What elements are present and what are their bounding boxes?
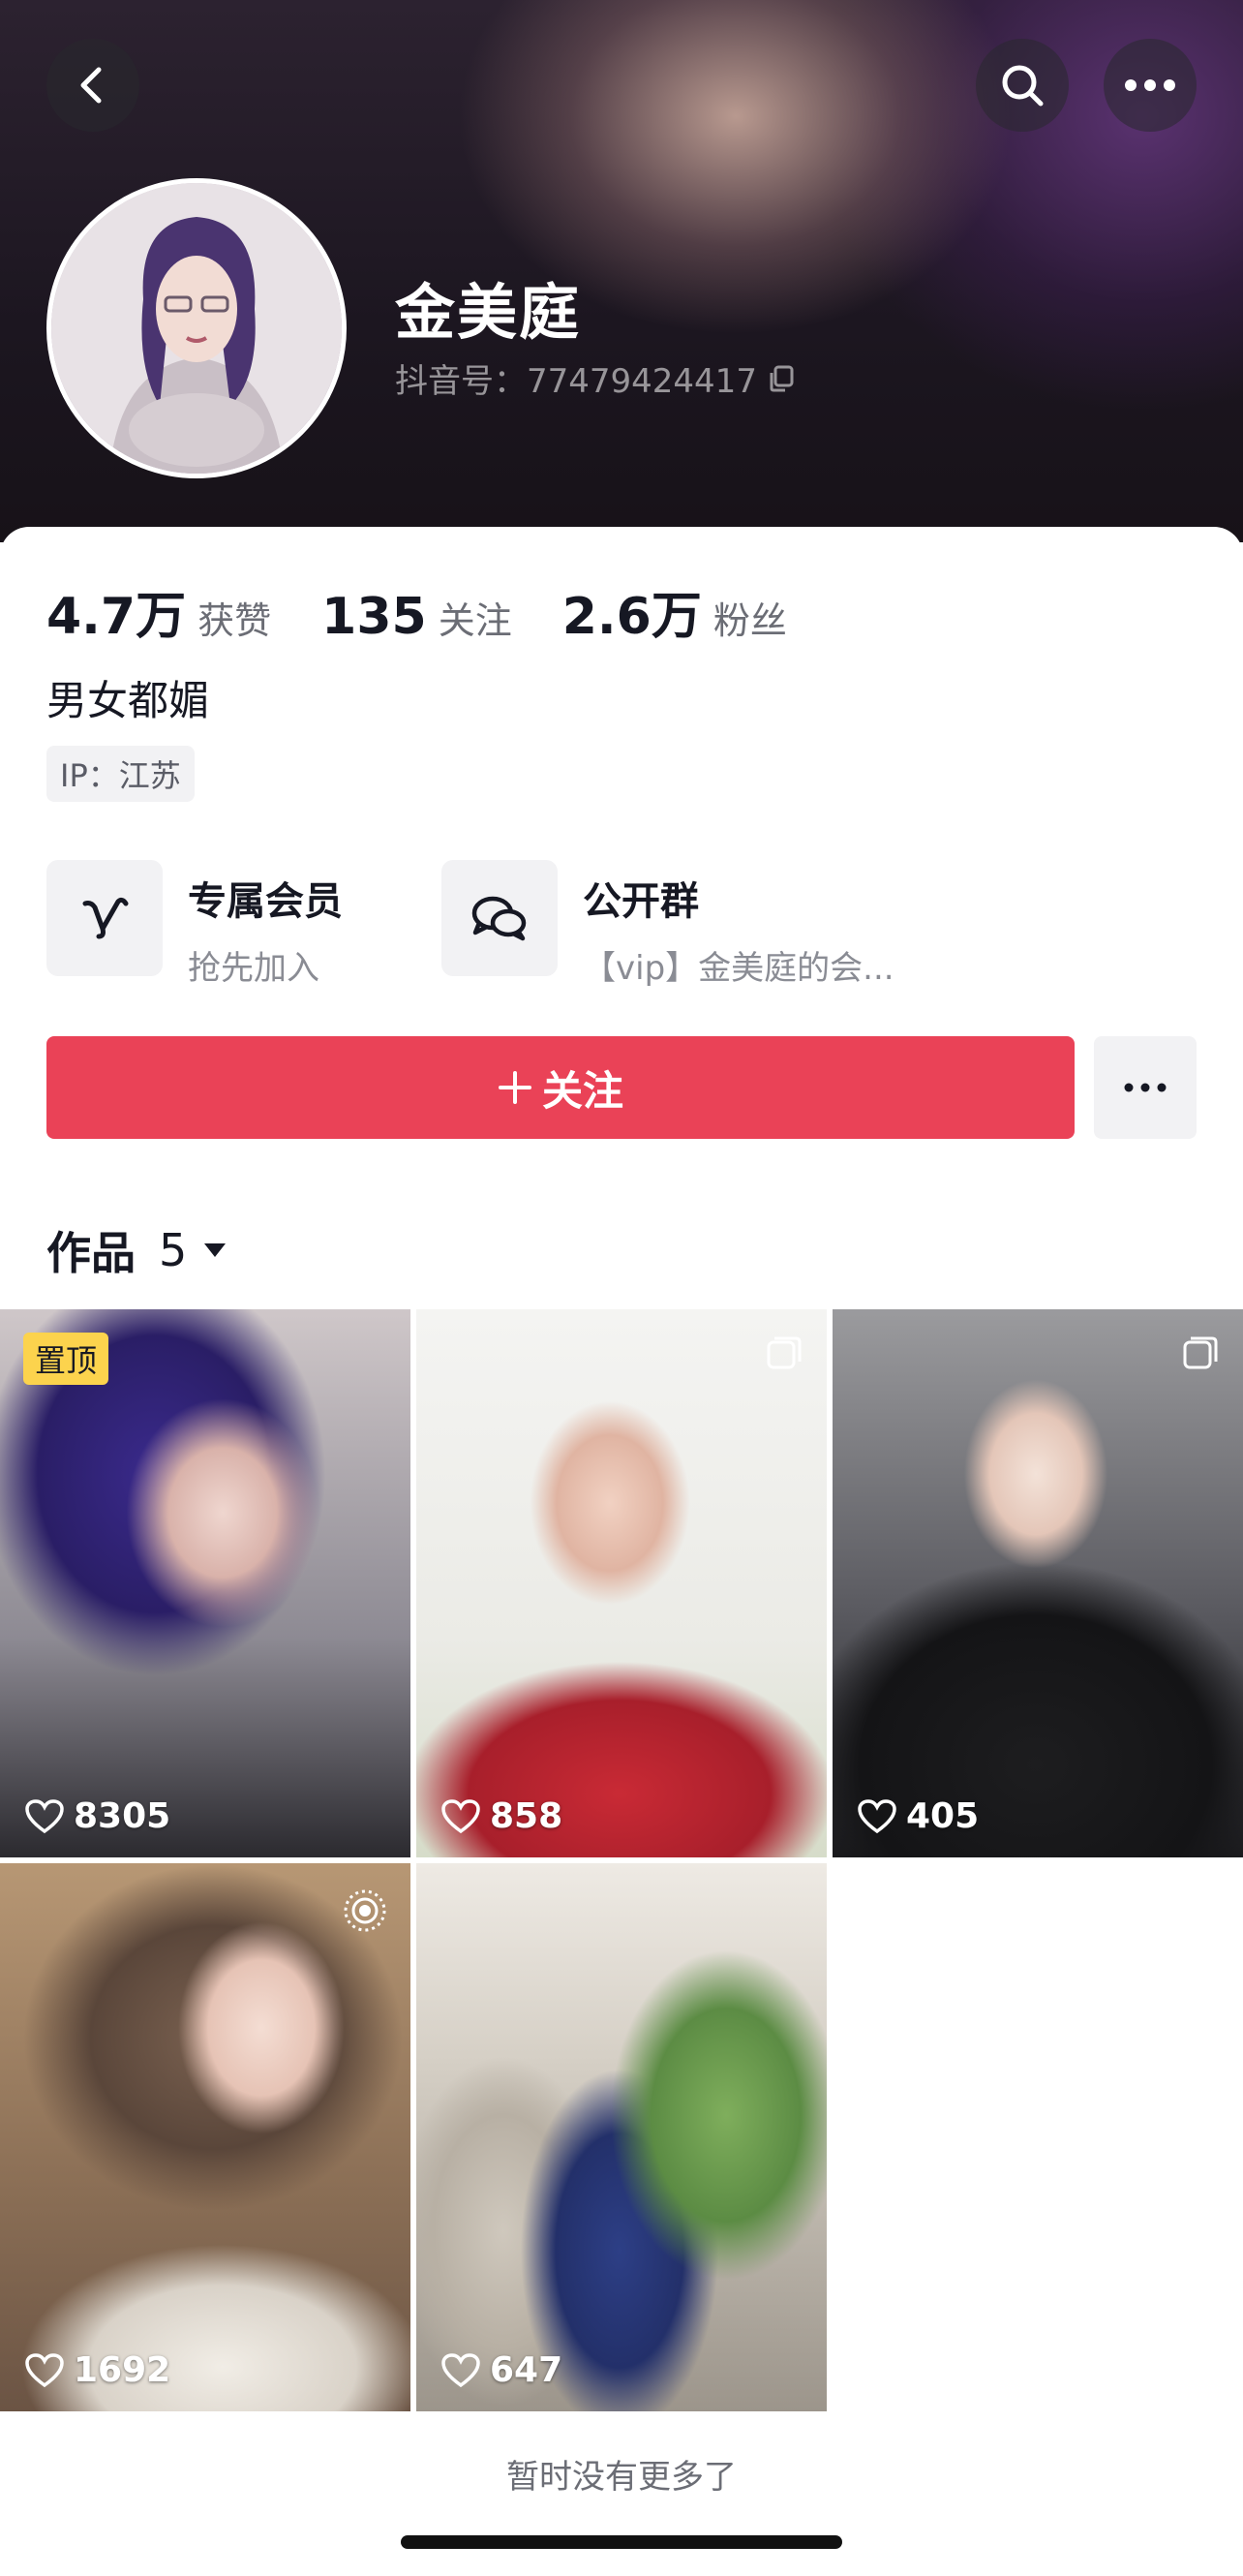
header-more-button[interactable] xyxy=(1104,39,1197,132)
video-thumbnail[interactable]: 647 xyxy=(416,1863,827,2411)
search-icon xyxy=(1002,65,1044,107)
video-thumbnail[interactable]: 858 xyxy=(416,1309,827,1857)
like-count-value: 858 xyxy=(490,1796,563,1836)
multi-image-icon xyxy=(1183,1336,1218,1369)
following-count[interactable]: 135 xyxy=(321,588,427,646)
no-more-content-text: 暂时没有更多了 xyxy=(506,2458,737,2497)
like-count-value: 1692 xyxy=(74,2350,171,2390)
vip-v-icon xyxy=(46,860,163,976)
followers-count[interactable]: 2.6万 xyxy=(562,575,702,648)
video-thumbnail[interactable]: 405 xyxy=(833,1309,1243,1857)
multi-image-icon xyxy=(767,1336,802,1369)
copy-icon[interactable] xyxy=(767,364,796,393)
more-options-button[interactable] xyxy=(1094,1036,1197,1139)
ip-location-tag: IP：江苏 xyxy=(46,746,195,802)
heart-icon xyxy=(25,2352,64,2387)
video-thumbnail[interactable]: 置顶 8305 xyxy=(0,1309,410,1857)
works-tab[interactable]: 作品 5 xyxy=(46,1218,227,1282)
back-button[interactable] xyxy=(46,39,139,132)
heart-icon xyxy=(441,2352,480,2387)
like-count: 405 xyxy=(858,1796,979,1836)
live-photo-icon xyxy=(344,1889,386,1932)
like-count: 8305 xyxy=(25,1796,170,1836)
avatar-illustration xyxy=(51,183,342,474)
heart-icon xyxy=(25,1798,64,1833)
works-label: 作品 xyxy=(46,1227,136,1279)
like-count-value: 405 xyxy=(906,1796,980,1836)
follow-label: 关注 xyxy=(541,1066,623,1115)
group-title: 公开群 xyxy=(583,879,699,924)
stats-row: 4.7万 获赞 135 关注 2.6万 粉丝 xyxy=(46,575,837,648)
vip-membership-entry[interactable]: 专属会员 抢先加入 xyxy=(46,860,343,989)
like-count: 1692 xyxy=(25,2350,170,2390)
likes-label: 获赞 xyxy=(197,599,272,642)
douyin-id-text: 抖音号：77479424417 xyxy=(395,362,757,401)
vip-title: 专属会员 xyxy=(188,879,343,924)
caret-down-icon xyxy=(204,1243,227,1257)
chat-group-icon xyxy=(441,860,558,976)
like-count: 858 xyxy=(441,1796,562,1836)
public-group-entry[interactable]: 公开群 【vip】金美庭的会... xyxy=(441,860,894,989)
followers-label[interactable]: 粉丝 xyxy=(713,591,787,644)
following-label[interactable]: 关注 xyxy=(439,591,512,644)
video-thumbnail[interactable]: 1692 xyxy=(0,1863,410,2411)
heart-icon xyxy=(441,1798,480,1833)
more-dots-icon xyxy=(1124,1083,1167,1092)
douyin-id-row[interactable]: 抖音号：77479424417 xyxy=(395,354,796,402)
home-indicator[interactable] xyxy=(401,2535,842,2549)
likes-count: 4.7万 xyxy=(46,588,187,646)
more-dots-icon xyxy=(1125,79,1175,91)
like-count-value: 647 xyxy=(490,2350,563,2390)
pinned-badge: 置顶 xyxy=(23,1333,109,1385)
search-button[interactable] xyxy=(976,39,1069,132)
plus-icon xyxy=(498,1071,531,1104)
like-count: 647 xyxy=(441,2350,562,2390)
nickname: 金美庭 xyxy=(395,277,582,348)
works-count: 5 xyxy=(159,1224,188,1276)
follow-button[interactable]: 关注 xyxy=(46,1036,1075,1139)
avatar[interactable] xyxy=(46,178,347,478)
like-count-value: 8305 xyxy=(74,1796,171,1836)
bio-text: 男女都媚 xyxy=(46,677,210,724)
back-arrow-icon xyxy=(80,67,102,104)
vip-subtitle: 抢先加入 xyxy=(188,949,319,988)
group-subtitle: 【vip】金美庭的会... xyxy=(583,949,894,988)
heart-icon xyxy=(858,1798,896,1833)
